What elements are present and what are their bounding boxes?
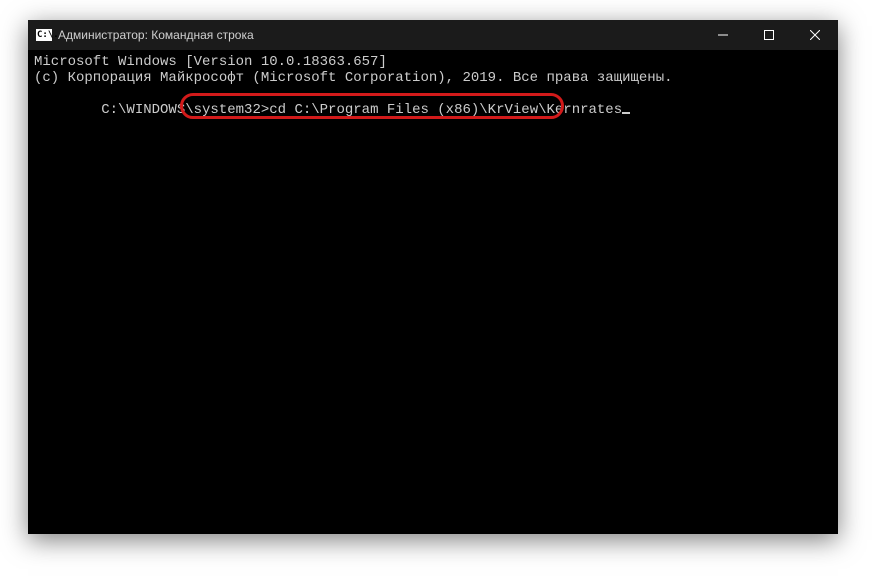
prompt-text: C:\WINDOWS\system32> (101, 102, 269, 118)
text-cursor (622, 112, 630, 114)
close-icon (810, 30, 820, 40)
cmd-app-icon-glyph: C:\. (37, 31, 59, 40)
window-controls (700, 20, 838, 50)
terminal-prompt-line: C:\WINDOWS\system32>cd C:\Program Files … (34, 86, 832, 134)
terminal-line: Microsoft Windows [Version 10.0.18363.65… (34, 54, 832, 70)
window-title: Администратор: Командная строка (58, 28, 254, 42)
close-button[interactable] (792, 20, 838, 50)
minimize-button[interactable] (700, 20, 746, 50)
titlebar[interactable]: C:\. Администратор: Командная строка (28, 20, 838, 50)
command-text: cd C:\Program Files (x86)\KrView\Kernrat… (269, 102, 622, 118)
cmd-window: C:\. Администратор: Командная строка Mic… (28, 20, 838, 534)
maximize-button[interactable] (746, 20, 792, 50)
minimize-icon (718, 30, 728, 40)
terminal-line: (c) Корпорация Майкрософт (Microsoft Cor… (34, 70, 832, 86)
maximize-icon (764, 30, 774, 40)
cmd-app-icon: C:\. (36, 28, 52, 42)
terminal-area[interactable]: Microsoft Windows [Version 10.0.18363.65… (28, 50, 838, 534)
